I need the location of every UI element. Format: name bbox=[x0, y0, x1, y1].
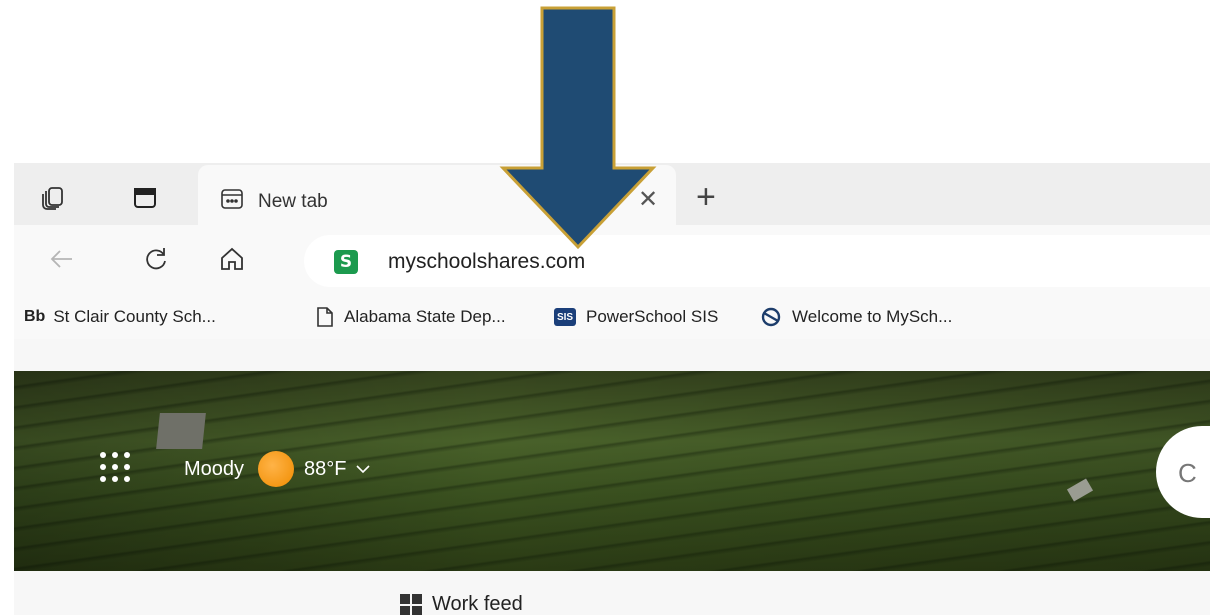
weather-temperature: 88°F bbox=[304, 457, 347, 480]
search-icon: C bbox=[1178, 458, 1197, 488]
plus-icon[interactable]: + bbox=[696, 179, 716, 215]
work-feed-label: Work feed bbox=[432, 593, 523, 615]
hut-shape bbox=[156, 413, 206, 449]
new-tab-page-icon bbox=[221, 189, 243, 209]
work-feed-tab[interactable]: Work feed bbox=[400, 593, 523, 615]
back-button[interactable] bbox=[44, 241, 80, 277]
tab-title: New tab bbox=[258, 191, 328, 212]
powerschool-icon: SIS bbox=[554, 308, 576, 326]
apps-grid-icon[interactable] bbox=[100, 452, 130, 482]
favorite-powerschool[interactable]: SIS PowerSchool SIS bbox=[554, 304, 718, 330]
url-text[interactable]: myschoolshares.com bbox=[388, 250, 585, 274]
refresh-button[interactable] bbox=[138, 241, 174, 277]
site-icon: S bbox=[334, 250, 358, 274]
workspaces-button[interactable] bbox=[36, 181, 70, 215]
favorite-label: Alabama State Dep... bbox=[344, 307, 506, 326]
document-icon bbox=[316, 306, 334, 328]
favorites-bar: Bb St Clair County Sch... Alabama State … bbox=[14, 295, 1210, 339]
favorite-myschool[interactable]: Welcome to MySch... bbox=[760, 304, 952, 330]
back-icon bbox=[50, 250, 72, 268]
weather-location: Moody bbox=[184, 457, 245, 480]
favorite-st-clair[interactable]: Bb St Clair County Sch... bbox=[24, 304, 216, 330]
refresh-icon bbox=[146, 248, 166, 270]
tab-actions-button[interactable] bbox=[128, 181, 162, 215]
workspaces-icon bbox=[42, 187, 63, 210]
myschool-icon bbox=[760, 306, 782, 328]
chevron-down-icon bbox=[355, 465, 370, 474]
weather-widget[interactable]: Moody 88°F bbox=[184, 451, 371, 487]
grid-icon bbox=[400, 593, 422, 615]
favorite-label: PowerSchool SIS bbox=[586, 307, 719, 326]
tab-actions-icon bbox=[134, 188, 156, 208]
home-icon bbox=[221, 247, 243, 270]
home-button[interactable] bbox=[214, 241, 250, 277]
background-image: Moody 88°F C bbox=[14, 371, 1210, 571]
sun-icon bbox=[258, 451, 295, 487]
down-arrow-icon bbox=[499, 6, 657, 250]
favorite-label: Welcome to MySch... bbox=[792, 307, 953, 326]
favorite-label: St Clair County Sch... bbox=[53, 307, 216, 326]
favorite-alabama-state[interactable]: Alabama State Dep... bbox=[316, 304, 506, 330]
address-bar[interactable]: S myschoolshares.com bbox=[304, 235, 1210, 287]
blackboard-icon: Bb bbox=[24, 308, 46, 325]
